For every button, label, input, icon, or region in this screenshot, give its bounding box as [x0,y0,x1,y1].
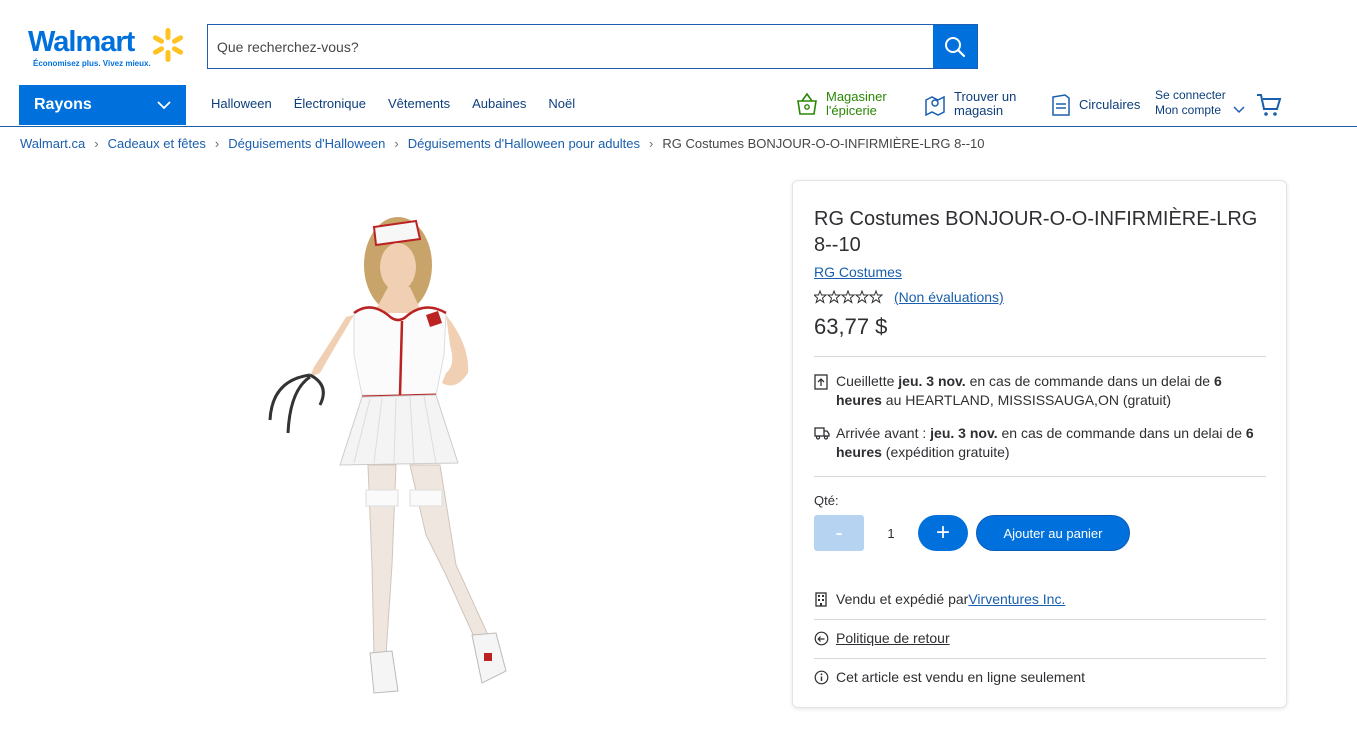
site-header: Walmart Économisez plus. Vivez mieux. Ra… [0,0,1357,127]
logo-tagline: Économisez plus. Vivez mieux. [33,59,151,68]
info-icon [814,670,829,684]
breadcrumb-separator: › [214,136,220,151]
flyers-link[interactable]: Circulaires [1051,94,1140,116]
divider [814,658,1266,659]
breadcrumb-item[interactable]: Walmart.ca [20,136,85,151]
grocery-basket-icon [797,92,817,115]
brand-link[interactable]: RG Costumes [814,264,902,280]
return-policy-link[interactable]: Politique de retour [836,630,950,646]
pickup-mid: en cas de commande dans un delai de [965,373,1214,389]
breadcrumb-separator: › [394,136,399,151]
search-icon [945,36,966,57]
delivery-prefix: Arrivée avant : [836,425,931,441]
location-pin-icon [925,95,945,116]
product-image[interactable] [250,205,520,705]
flyer-icon [1052,94,1070,116]
search-button[interactable] [933,25,977,68]
nav-item-electronique[interactable]: Électronique [294,96,366,111]
logo-wordmark: Walmart [28,26,135,58]
departments-button[interactable]: Rayons [19,85,186,125]
pickup-info: Cueillette jeu. 3 nov. en cas de command… [814,372,1259,410]
divider [814,476,1266,477]
product-title: RG Costumes BONJOUR-O-O-INFIRMIÈRE-LRG 8… [814,208,1258,256]
divider [814,619,1266,620]
divider [814,356,1266,357]
nav-item-noel[interactable]: Noël [548,96,575,111]
store-label-2: magasin [954,103,1004,118]
sold-by-label: Vendu et expédié par [836,591,969,607]
delivery-shipping: (expédition gratuite) [881,444,1010,460]
grocery-label-2: l'épicerie [826,103,877,118]
spark-icon [152,28,184,62]
pickup-prefix: Cueillette [836,373,899,389]
quantity-label: Qté: [814,493,839,508]
delivery-info: Arrivée avant : jeu. 3 nov. en cas de co… [814,424,1259,462]
pickup-date: jeu. 3 nov. [898,373,966,389]
chevron-down-icon [1233,106,1245,114]
return-policy-row: Politique de retour [814,630,950,646]
breadcrumb-item[interactable]: Déguisements d'Halloween [228,136,385,151]
return-icon [814,631,829,645]
cart-icon[interactable] [1256,93,1282,117]
breadcrumb-separator: › [94,136,99,151]
top-nav: Halloween Électronique Vêtements Aubaine… [211,96,597,111]
store-label-1: Trouver un [954,89,1017,104]
seller-info: Vendu et expédié par Virventures Inc. [814,591,1065,607]
quantity-decrease-button[interactable]: - [814,515,864,551]
breadcrumb: Walmart.ca › Cadeaux et fêtes › Déguisem… [20,136,985,151]
breadcrumb-current: RG Costumes BONJOUR-O-O-INFIRMIÈRE-LRG 8… [662,136,985,151]
flyers-label: Circulaires [1079,97,1141,112]
account-menu[interactable]: Se connecter Mon compte [1155,88,1246,118]
grocery-label-1: Magasiner [826,89,887,104]
search-input[interactable] [208,25,933,68]
chevron-down-icon [157,101,171,110]
delivery-mid: en cas de commande dans un delai de [997,425,1246,441]
delivery-date: jeu. 3 nov. [930,425,998,441]
nav-item-halloween[interactable]: Halloween [211,96,272,111]
departments-label: Rayons [34,96,92,113]
online-only-row: Cet article est vendu en ligne seulement [814,669,1085,685]
search-bar [207,24,978,69]
rating: (Non évaluations) [814,289,1004,305]
reviews-link[interactable]: (Non évaluations) [894,289,1004,305]
price: 63,77 $ [814,314,888,339]
product-info-card: RG Costumes BONJOUR-O-O-INFIRMIÈRE-LRG 8… [792,180,1287,708]
sign-in-label: Se connecter [1155,88,1226,102]
seller-link[interactable]: Virventures Inc. [968,591,1065,607]
walmart-logo[interactable]: Walmart Économisez plus. Vivez mieux. [28,26,198,72]
quantity-value[interactable]: 1 [865,515,917,551]
grocery-link[interactable]: Magasiner l'épicerie [796,90,887,118]
store-finder-link[interactable]: Trouver un magasin [924,90,1016,118]
quantity-increase-button[interactable]: + [918,515,968,551]
breadcrumb-separator: › [649,136,654,151]
star-rating-icon [814,290,884,304]
online-only-text: Cet article est vendu en ligne seulement [836,669,1086,685]
breadcrumb-item[interactable]: Cadeaux et fêtes [108,136,206,151]
pickup-location: au HEARTLAND, MISSISSAUGA,ON (gratuit) [881,392,1172,408]
nav-item-vetements[interactable]: Vêtements [388,96,450,111]
breadcrumb-item[interactable]: Déguisements d'Halloween pour adultes [408,136,640,151]
account-label: Mon compte [1155,103,1222,117]
add-to-cart-button[interactable]: Ajouter au panier [976,515,1130,551]
truck-icon [814,427,830,440]
pickup-icon [814,374,828,390]
store-building-icon [815,592,827,607]
nav-item-aubaines[interactable]: Aubaines [472,96,526,111]
